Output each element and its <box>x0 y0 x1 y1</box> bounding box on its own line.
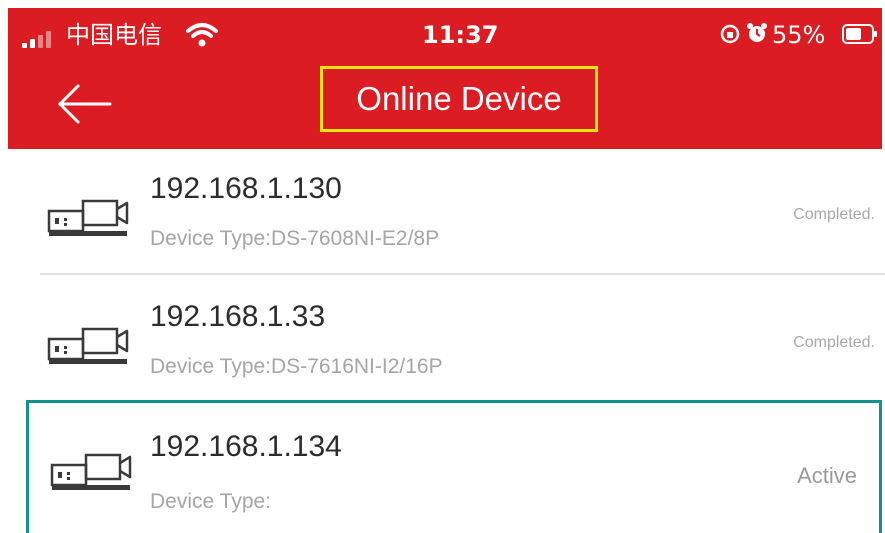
device-status: Completed. <box>793 334 875 351</box>
device-type: Device Type: <box>150 490 272 513</box>
device-type: Device Type:DS-7616NI-I2/16P <box>150 355 443 378</box>
title-highlight-box: Online Device <box>320 66 598 132</box>
nvr-device-icon <box>47 327 129 364</box>
device-type: Device Type:DS-7608NI-E2/8P <box>150 227 440 250</box>
nvr-device-icon <box>50 453 132 490</box>
alarm-icon <box>747 23 767 42</box>
device-row[interactable]: 192.168.1.130 Device Type:DS-7608NI-E2/8… <box>0 149 885 275</box>
page-title: Online Device <box>356 80 562 117</box>
status-bar: 中国电信 11:37 55% <box>8 8 882 60</box>
device-row[interactable]: 192.168.1.33 Device Type:DS-7616NI-I2/16… <box>0 277 885 403</box>
status-time: 11:37 <box>422 21 499 49</box>
back-button[interactable] <box>56 82 114 126</box>
device-row-selected[interactable]: 192.168.1.134 Device Type: Active <box>26 400 882 533</box>
device-status: Active <box>797 463 857 488</box>
row-divider <box>40 273 885 275</box>
device-status: Completed. <box>793 206 875 223</box>
top-bar: 中国电信 11:37 55% Online Device <box>8 8 882 149</box>
device-list: 192.168.1.130 Device Type:DS-7608NI-E2/8… <box>0 149 885 533</box>
wifi-icon <box>186 23 218 47</box>
battery-icon <box>842 24 877 44</box>
carrier-name: 中国电信 <box>66 21 162 49</box>
battery-percent: 55% <box>772 21 826 49</box>
arrow-left-icon <box>58 84 112 124</box>
device-ip: 192.168.1.130 <box>150 172 342 205</box>
nav-bar: Online Device <box>8 60 882 149</box>
device-ip: 192.168.1.33 <box>150 300 326 333</box>
app-screen: 中国电信 11:37 55% Online Device 192.168.1.1… <box>0 0 885 533</box>
device-ip: 192.168.1.134 <box>150 430 342 463</box>
signal-strength-icon <box>22 28 66 48</box>
rotation-lock-icon <box>720 24 740 44</box>
nvr-device-icon <box>47 199 129 236</box>
